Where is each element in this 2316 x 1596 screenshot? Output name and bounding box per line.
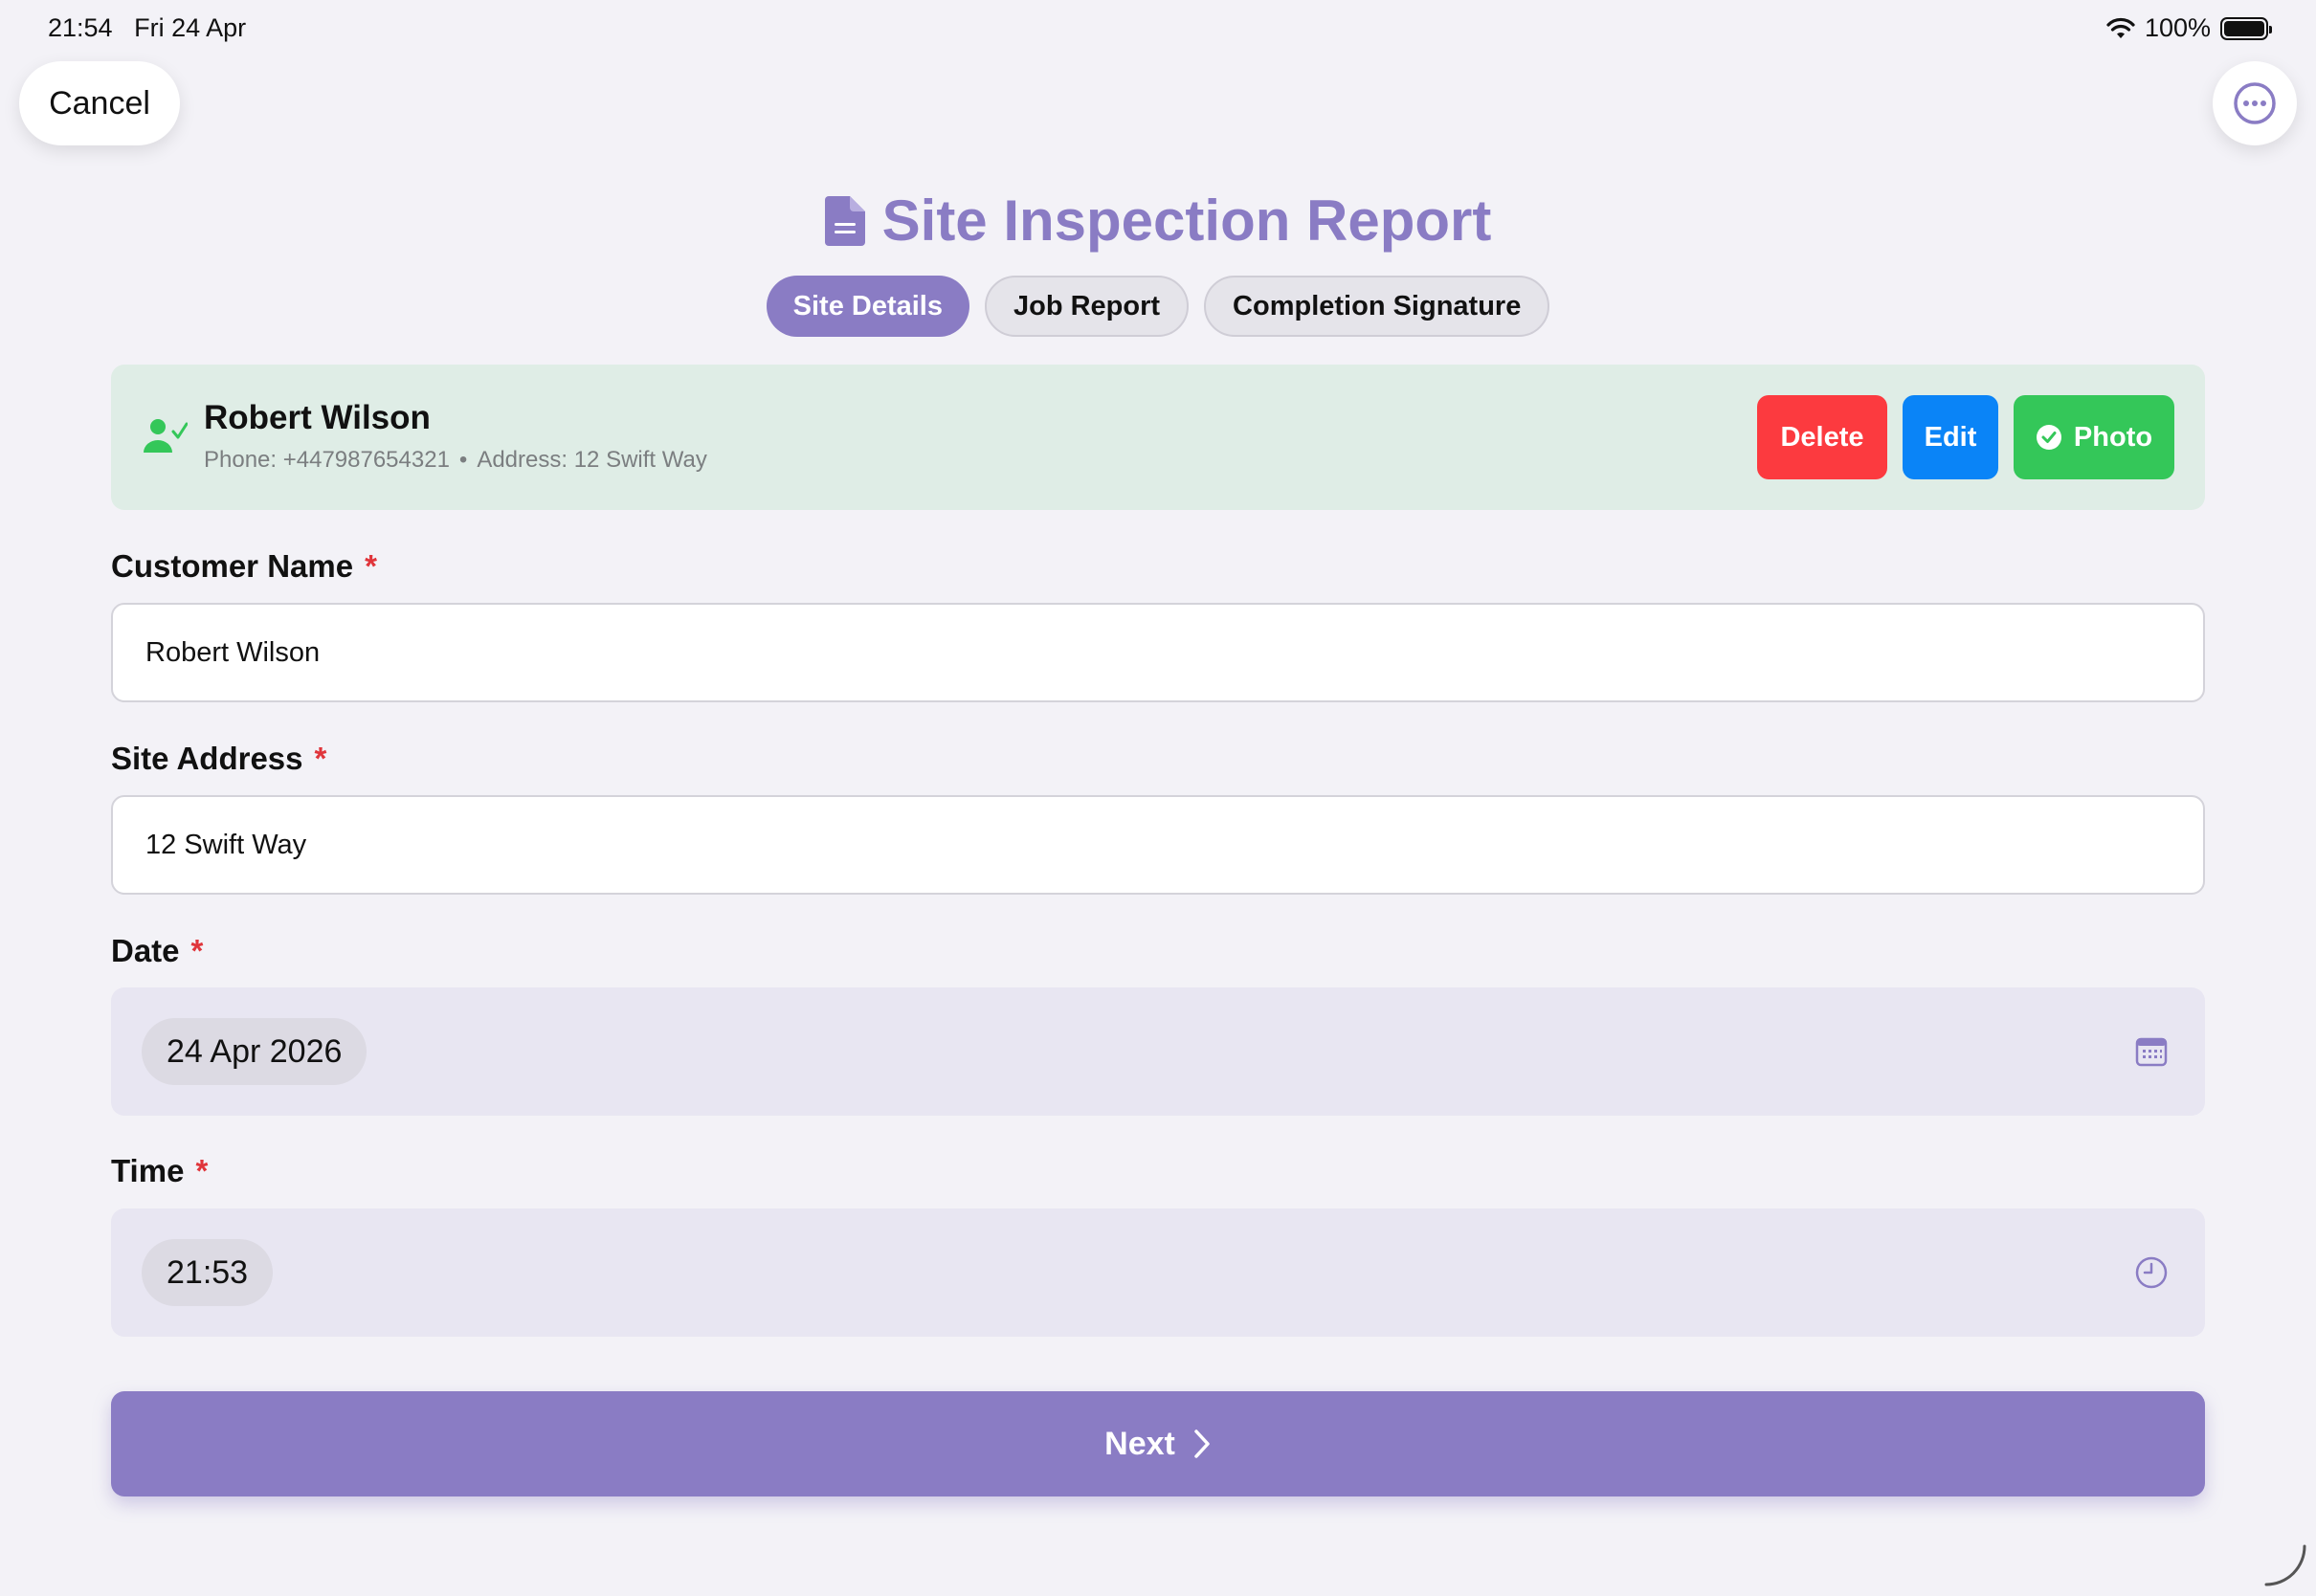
battery-icon (2220, 16, 2272, 40)
battery-percent: 100% (2144, 13, 2211, 42)
customer-name: Robert Wilson (204, 399, 431, 436)
customer-address: Address: 12 Swift Way (477, 447, 707, 473)
cancel-button[interactable]: Cancel (19, 61, 180, 145)
customer-details: Phone: +447987654321 • Address: 12 Swift… (204, 447, 707, 474)
document-icon (824, 195, 865, 246)
selected-customer-card: Robert Wilson Phone: +447987654321 • Add… (111, 365, 2205, 510)
site-address-label-text: Site Address (111, 741, 303, 776)
status-date: Fri 24 Apr (134, 13, 247, 42)
required-marker: * (190, 933, 204, 968)
status-bar-right: 100% (2106, 13, 2272, 43)
tab-site-details[interactable]: Site Details (766, 276, 969, 337)
customer-name-input[interactable] (111, 603, 2205, 702)
required-marker: * (314, 741, 327, 776)
checkmark-circle-icon (2036, 425, 2061, 450)
page-header: Site Inspection Report (0, 188, 2316, 254)
time-picker-field: 21:53 (111, 1208, 2205, 1337)
wifi-icon (2106, 17, 2135, 38)
next-button[interactable]: Next (111, 1391, 2205, 1496)
card-actions: Delete Edit Photo (1757, 395, 2174, 479)
tab-job-report[interactable]: Job Report (984, 276, 1190, 337)
page-title: Site Inspection Report (881, 188, 1492, 253)
time-label-text: Time (111, 1153, 185, 1188)
next-button-label: Next (1104, 1425, 1175, 1462)
more-options-button[interactable] (2213, 61, 2297, 145)
date-label-text: Date (111, 933, 180, 968)
resize-handle-icon[interactable] (2262, 1542, 2306, 1586)
delete-button[interactable]: Delete (1757, 395, 1887, 479)
customer-name-label-text: Customer Name (111, 548, 354, 584)
required-marker: * (195, 1153, 209, 1188)
edit-button[interactable]: Edit (1903, 395, 1998, 479)
tab-bar: Site Details Job Report Completion Signa… (0, 276, 2316, 337)
customer-name-label: Customer Name * (111, 548, 377, 585)
site-address-input[interactable] (111, 795, 2205, 895)
date-label: Date * (111, 933, 203, 969)
date-picker[interactable]: 24 Apr 2026 (142, 1018, 367, 1085)
person-check-icon (144, 419, 188, 453)
ellipsis-circle-icon (2234, 82, 2276, 124)
time-picker[interactable]: 21:53 (142, 1239, 274, 1306)
status-bar-time: 21:54 Fri 24 Apr (48, 13, 246, 43)
photo-button-label: Photo (2073, 421, 2153, 453)
required-marker: * (365, 548, 377, 584)
date-picker-field: 24 Apr 2026 (111, 987, 2205, 1116)
site-address-label: Site Address * (111, 741, 326, 777)
clock-icon[interactable] (2134, 1255, 2169, 1290)
calendar-icon[interactable] (2134, 1034, 2169, 1069)
chevron-right-icon (1194, 1430, 1210, 1458)
meta-separator: • (458, 447, 468, 473)
status-time: 21:54 (48, 13, 113, 42)
customer-phone: Phone: +447987654321 (204, 447, 450, 473)
time-label: Time * (111, 1153, 208, 1189)
tab-completion-signature[interactable]: Completion Signature (1204, 276, 1550, 337)
photo-button[interactable]: Photo (2014, 395, 2174, 479)
